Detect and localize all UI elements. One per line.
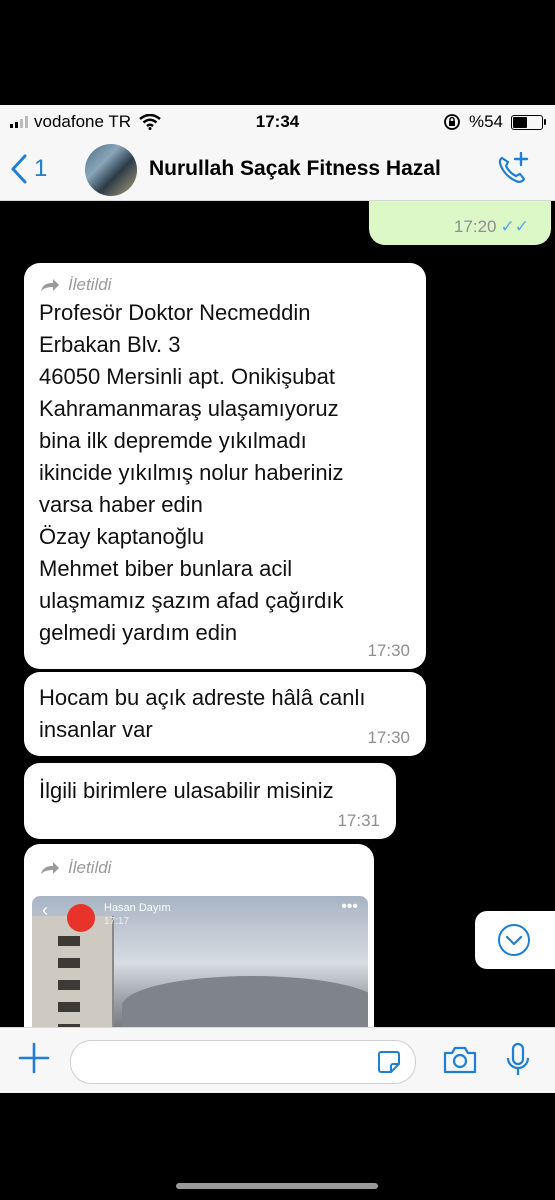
unread-count: 1: [34, 155, 48, 182]
home-indicator[interactable]: [176, 1183, 378, 1189]
battery-icon: [511, 114, 546, 130]
orientation-lock-icon: [444, 114, 460, 130]
more-icon: •••: [341, 898, 358, 915]
message-list[interactable]: 17:20 ✓✓ İletildi Profesör Doktor Necmedd…: [0, 201, 555, 1027]
incoming-message[interactable]: İlgili birimlere ulasabilir misiniz 17:3…: [24, 763, 396, 839]
record-dot-icon: [67, 904, 95, 932]
outgoing-message[interactable]: 17:20 ✓✓: [369, 201, 551, 245]
avatar[interactable]: [85, 144, 137, 196]
scroll-down-button[interactable]: [475, 911, 555, 969]
message-time: 17:20 ✓✓: [453, 217, 530, 236]
chat-header: 1 Nurullah Saçak Fitness Hazal: [0, 140, 555, 201]
message-time: 17:31: [337, 811, 380, 830]
message-text: Hocam bu açık adreste hâlâ canlı insanla…: [39, 685, 366, 742]
chevron-left-icon: [11, 154, 27, 184]
phone-screen: vodafone TR 17:34 %54 1 Nurullah Saçak F…: [0, 105, 555, 1093]
read-ticks-icon: ✓✓: [500, 217, 530, 236]
message-time: 17:30: [367, 641, 410, 660]
forwarded-label: İletildi: [24, 263, 426, 295]
video-time: 17:17: [104, 916, 130, 927]
incoming-message[interactable]: Hocam bu açık adreste hâlâ canlı insanla…: [24, 672, 426, 756]
call-add-icon[interactable]: [497, 152, 529, 186]
video-sender: Hasan Dayım: [104, 902, 171, 914]
camera-icon[interactable]: [442, 1045, 478, 1075]
message-text: İlgili birimlere ulasabilir misiniz: [39, 778, 334, 803]
forwarded-label: İletildi: [24, 844, 374, 878]
chat-title[interactable]: Nurullah Saçak Fitness Hazal: [149, 157, 441, 181]
battery-percent: %54: [468, 112, 503, 131]
video-back-icon: ‹: [42, 900, 48, 920]
mic-icon[interactable]: [505, 1042, 531, 1078]
building-image: [32, 916, 114, 1027]
mountain-image: [122, 976, 368, 1027]
back-button[interactable]: 1: [10, 154, 47, 184]
incoming-message[interactable]: İletildi Profesör Doktor Necmeddin Erbak…: [24, 263, 426, 669]
forward-icon: [41, 862, 59, 874]
message-time: 17:30: [367, 728, 410, 747]
status-right: %54: [443, 112, 546, 132]
video-thumbnail[interactable]: ‹ Hasan Dayım 17:17 •••: [32, 896, 368, 1027]
forward-icon: [41, 279, 59, 291]
message-text: Profesör Doktor Necmeddin Erbakan Blv. 3…: [39, 300, 344, 645]
sticker-icon[interactable]: [377, 1050, 401, 1074]
scroll-down-icon: [498, 924, 530, 956]
incoming-video-message[interactable]: İletildi ‹ Hasan Dayım 17:17 •••: [24, 844, 374, 1027]
plus-icon[interactable]: [18, 1042, 50, 1074]
composer-bar: [0, 1027, 555, 1093]
message-input[interactable]: [70, 1040, 416, 1084]
status-bar: vodafone TR 17:34 %54: [0, 105, 555, 140]
